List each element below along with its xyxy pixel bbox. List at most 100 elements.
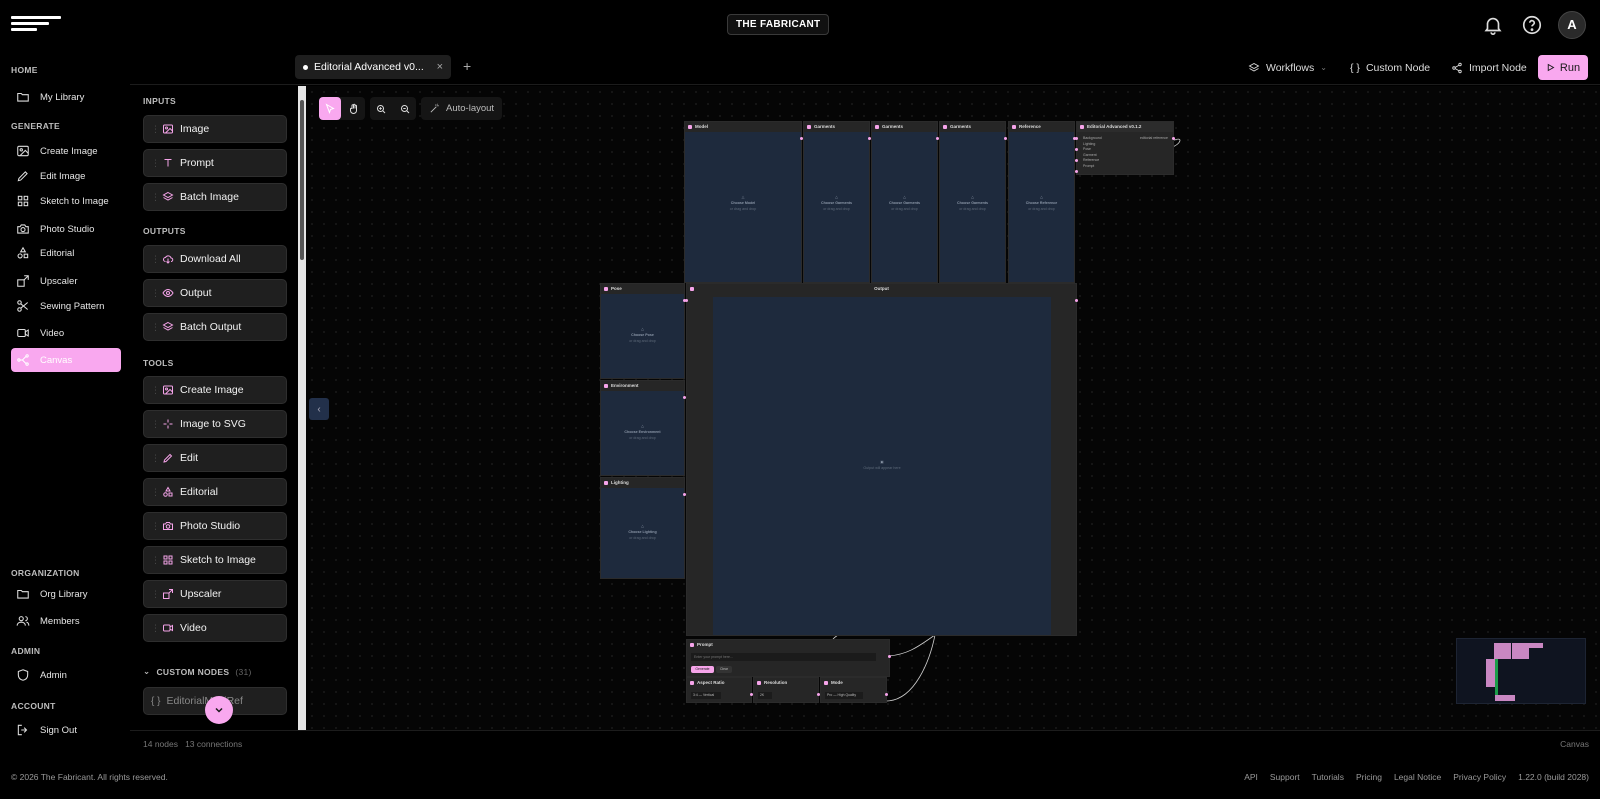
prompt-input[interactable]: Enter your prompt here... <box>691 653 876 661</box>
custom-node-button[interactable]: { } Custom Node <box>1350 55 1430 80</box>
workflows-dropdown[interactable]: Workflows ⌄ <box>1248 55 1327 80</box>
grid-icon <box>17 195 29 207</box>
generate-chip[interactable]: Generate <box>691 666 714 673</box>
footer-link-api[interactable]: API <box>1244 772 1258 782</box>
output-port[interactable] <box>1172 137 1175 140</box>
node-reference[interactable]: Reference △ Choose Reference or drag and d… <box>1008 121 1076 283</box>
node-garments-2[interactable]: Garments △ Choose Garments or drag and dro… <box>871 121 939 283</box>
node-garments-1[interactable]: Garments △ Choose Garments or drag and dro… <box>803 121 871 283</box>
node-placeholder[interactable]: △ Choose Garments or drag and drop <box>872 194 937 212</box>
palette-item-prompt[interactable]: ⋮ Prompt <box>143 149 287 177</box>
node-garments-3[interactable]: Garments △ Choose Garments or drag and dro… <box>939 121 1007 283</box>
minimap[interactable] <box>1456 638 1586 704</box>
avatar[interactable]: A <box>1558 11 1586 39</box>
input-port[interactable] <box>1075 148 1078 151</box>
node-placeholder[interactable]: △ Choose Pose or drag and drop <box>601 326 684 344</box>
output-port[interactable] <box>885 693 888 696</box>
output-port[interactable] <box>888 655 891 658</box>
palette-item-batch-output[interactable]: ⋮ Batch Output <box>143 313 287 341</box>
node-placeholder[interactable]: △ Choose Model or drag and drop <box>685 194 801 212</box>
node-placeholder[interactable]: △ Choose Reference or drag and drop <box>1009 194 1074 212</box>
input-port[interactable] <box>1075 159 1078 162</box>
node-mode[interactable]: Mode Pro — High Quality <box>820 677 888 703</box>
palette-item-batch-image[interactable]: ⋮ Batch Image <box>143 183 287 211</box>
select-tool[interactable] <box>319 97 341 120</box>
input-port[interactable] <box>685 299 688 302</box>
zoom-out-button[interactable] <box>394 97 416 120</box>
node-editorial-advanced[interactable]: Editorial Advanced v0.1.2 Background Lig… <box>1075 121 1175 175</box>
footer-link-support[interactable]: Support <box>1270 772 1300 782</box>
bell-icon[interactable] <box>1482 14 1504 36</box>
node-placeholder[interactable]: △ Choose Environment or drag and drop <box>601 423 684 441</box>
palette-item-create-image[interactable]: ⋮ Create Image <box>143 376 287 404</box>
sidebar-item-photo-studio[interactable]: Photo Studio <box>11 217 121 241</box>
palette-item-photo-studio[interactable]: ⋮ Photo Studio <box>143 512 287 540</box>
scroll-down-button[interactable] <box>205 696 233 724</box>
resolution-select[interactable]: 2K <box>758 692 772 699</box>
upscale-icon <box>17 275 29 287</box>
node-placeholder[interactable]: △ Choose Lighting or drag and drop <box>601 523 684 541</box>
custom-nodes-title: CUSTOM NODES <box>156 666 230 677</box>
sidebar-item-members[interactable]: Members <box>11 609 121 633</box>
sidebar-item-org-library[interactable]: Org Library <box>11 582 121 606</box>
sidebar-item-edit-image[interactable]: Edit Image <box>11 164 121 188</box>
footer-link-privacy[interactable]: Privacy Policy <box>1453 772 1506 782</box>
clear-chip[interactable]: Clear <box>716 666 732 673</box>
footer-link-pricing[interactable]: Pricing <box>1356 772 1382 782</box>
palette-item-video[interactable]: ⋮ Video <box>143 614 287 642</box>
input-port[interactable] <box>1075 137 1078 140</box>
node-aspect-ratio[interactable]: Aspect Ratio 3:4 — Vertical <box>686 677 753 703</box>
palette-item-image-to-svg[interactable]: ⋮ Image to SVG <box>143 410 287 438</box>
sidebar-item-sewing-pattern[interactable]: Sewing Pattern <box>11 294 121 318</box>
palette-scroll-thumb[interactable] <box>300 100 304 260</box>
palette-item-label: Sketch to Image <box>180 554 256 566</box>
import-node-button[interactable]: Import Node <box>1451 55 1527 80</box>
zoom-in-button[interactable] <box>370 97 392 120</box>
palette-item-output[interactable]: ⋮ Output <box>143 279 287 307</box>
node-placeholder[interactable]: △ Choose Garments or drag and drop <box>940 194 1005 212</box>
sidebar-item-video[interactable]: Video <box>11 321 121 345</box>
output-port[interactable] <box>1004 137 1007 140</box>
close-icon[interactable]: × <box>437 61 443 73</box>
palette-item-download-all[interactable]: ⋮ Download All <box>143 245 287 273</box>
node-lighting[interactable]: Lighting △ Choose Lighting or drag and dro… <box>600 477 686 579</box>
sidebar-item-canvas[interactable]: Canvas <box>11 348 121 372</box>
node-environment[interactable]: Environment △ Choose Environment or drag a… <box>600 380 686 476</box>
input-port[interactable] <box>1075 170 1078 173</box>
output-port[interactable] <box>1075 299 1078 302</box>
palette-section-tools: TOOLS <box>143 358 174 368</box>
palette-item-edit[interactable]: ⋮ Edit <box>143 444 287 472</box>
node-prompt[interactable]: Prompt Enter your prompt here... Generat… <box>686 639 891 677</box>
node-model[interactable]: Model △ Choose Model or drag and drop <box>684 121 803 283</box>
auto-layout-button[interactable]: Auto-layout <box>421 97 503 120</box>
node-resolution[interactable]: Resolution 2K <box>753 677 820 703</box>
collapse-panel-button[interactable]: ‹ <box>309 398 329 420</box>
node-output[interactable]: Output ▣ Output will appear here <box>685 283 1078 636</box>
aspect-select[interactable]: 3:4 — Vertical <box>691 692 721 699</box>
palette-section-custom-nodes[interactable]: ⌄ CUSTOM NODES (31) <box>143 666 252 677</box>
sidebar-item-editorial[interactable]: Editorial <box>11 241 121 265</box>
palette-item-sketch-to-image[interactable]: ⋮ Sketch to Image <box>143 546 287 574</box>
run-button[interactable]: Run <box>1538 55 1588 80</box>
sidebar-item-create-image[interactable]: Create Image <box>11 139 121 163</box>
add-tab-button[interactable]: + <box>463 58 471 74</box>
mode-select[interactable]: Pro — High Quality <box>825 692 863 699</box>
sidebar-item-my-library[interactable]: My Library <box>11 85 121 109</box>
palette-item-upscaler[interactable]: ⋮ Upscaler <box>143 580 287 608</box>
sidebar-item-upscaler[interactable]: Upscaler <box>11 269 121 293</box>
sidebar-item-sign-out[interactable]: Sign Out <box>11 718 121 742</box>
sidebar-item-admin[interactable]: Admin <box>11 663 121 687</box>
sidebar-item-sketch-to-image[interactable]: Sketch to Image <box>11 189 121 213</box>
tab-editorial-advanced[interactable]: Editorial Advanced v0... × <box>295 55 451 79</box>
video-icon <box>163 624 173 632</box>
help-icon[interactable] <box>1521 14 1543 36</box>
footer-link-legal[interactable]: Legal Notice <box>1394 772 1441 782</box>
pan-tool[interactable] <box>343 97 365 120</box>
node-pose[interactable]: Pose △ Choose Pose or drag and drop <box>600 283 686 379</box>
palette-item-editorial[interactable]: ⋮ Editorial <box>143 478 287 506</box>
logo[interactable] <box>11 16 61 32</box>
node-placeholder[interactable]: △ Choose Garments or drag and drop <box>804 194 869 212</box>
palette-item-image[interactable]: ⋮ Image <box>143 115 287 143</box>
custom-nodes-count: (31) <box>235 666 252 677</box>
footer-link-tutorials[interactable]: Tutorials <box>1312 772 1344 782</box>
